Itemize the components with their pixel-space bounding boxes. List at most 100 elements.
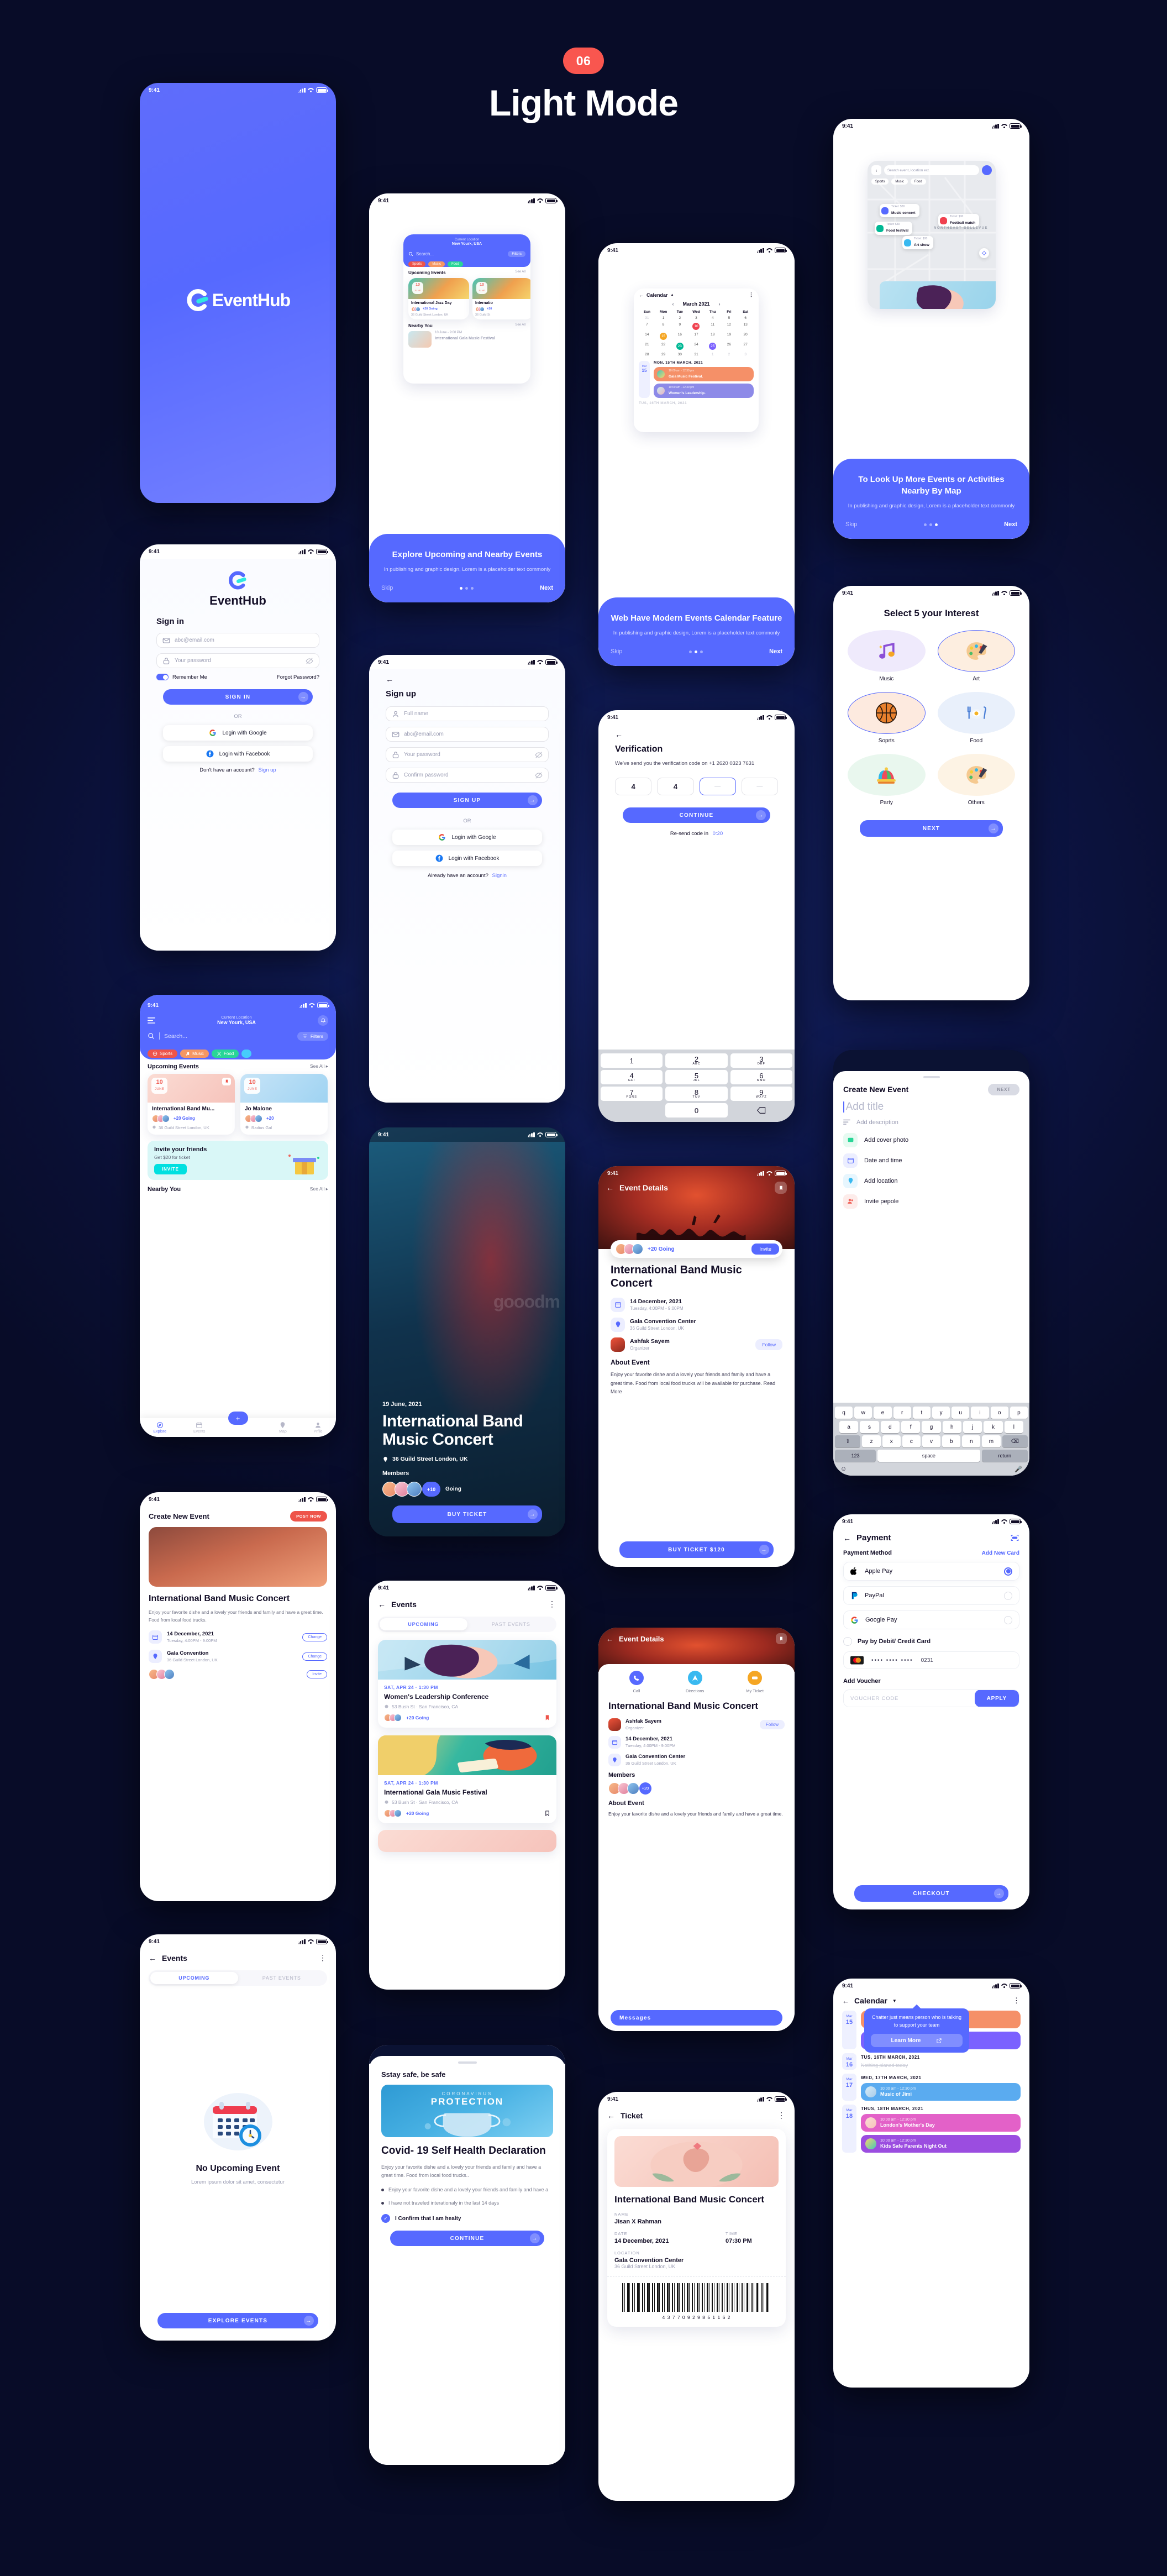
confirm-password-field[interactable]: Confirm password (386, 768, 549, 783)
explore-events-button[interactable]: EXPLORE EVENTS → (157, 2313, 318, 2328)
interest-food[interactable]: Food (937, 692, 1015, 744)
add-location-row[interactable]: Add location (843, 1173, 1019, 1188)
key-j[interactable]: j (963, 1421, 982, 1433)
key-5[interactable]: 5 JKL (665, 1070, 728, 1084)
shift-icon[interactable]: ⇧ (835, 1435, 861, 1447)
event-invite-row[interactable]: Invite (149, 1669, 327, 1680)
more-options-icon[interactable]: ⋮ (1013, 1996, 1021, 2005)
create-event-title[interactable]: International Band Music Concert (149, 1593, 327, 1604)
signin-submit-button[interactable]: SIGN IN → (163, 689, 313, 705)
key-s[interactable]: s (860, 1421, 879, 1433)
more-options-icon[interactable]: ⋮ (777, 2111, 786, 2120)
change-date-button[interactable]: Change (302, 1633, 327, 1641)
event-list-item[interactable] (378, 1830, 556, 1852)
learn-more-button[interactable]: Learn More (871, 2034, 963, 2047)
tab-upcoming[interactable]: UPCOMING (380, 1618, 467, 1630)
action-call[interactable]: Call (629, 1671, 644, 1694)
bookmark-button[interactable] (775, 1182, 787, 1194)
nav-events[interactable]: Events (193, 1421, 205, 1434)
key-3[interactable]: 3 DEF (730, 1053, 792, 1068)
search-input[interactable]: Search... (164, 1033, 293, 1040)
otp-digit-1[interactable]: 4 (615, 778, 652, 796)
facebook-login-button[interactable]: Login with Facebook (163, 746, 313, 762)
calendar-event[interactable]: 10:00 am - 12:30 pm London's Mother's Day (861, 2114, 1021, 2132)
fullname-field[interactable]: Full name (386, 706, 549, 721)
key-r[interactable]: r (893, 1407, 911, 1419)
key-c[interactable]: c (902, 1435, 921, 1447)
event-card[interactable]: 10 JUNE International Band Mu... +20 Goin… (148, 1073, 235, 1135)
invite-friends-banner[interactable]: Invite your friends Get $20 for ticket I… (148, 1140, 328, 1180)
chip-more[interactable] (241, 1049, 252, 1058)
event-list-item[interactable]: SAT, APR 24 · 1:30 PM International Gala… (378, 1735, 556, 1823)
key-n[interactable]: n (962, 1435, 981, 1447)
facebook-login-button[interactable]: Login with Facebook (392, 851, 542, 866)
onboarding-next-1[interactable]: Next (540, 585, 553, 591)
google-login-button[interactable]: Login with Google (392, 830, 542, 845)
key-y[interactable]: y (932, 1407, 950, 1419)
key-w[interactable]: w (854, 1407, 872, 1419)
invite-people-row[interactable]: Invite pepole (843, 1194, 1019, 1209)
bookmark-button[interactable] (776, 1633, 787, 1644)
otp-digit-3[interactable]: — (699, 778, 736, 796)
backspace-icon[interactable]: ⌫ (1002, 1435, 1028, 1447)
filters-button[interactable]: Filters (297, 1031, 328, 1041)
checkout-button[interactable]: CHECKOUT → (854, 1885, 1008, 1902)
email-field[interactable]: abc@email.com (156, 633, 319, 648)
follow-button[interactable]: Follow (759, 1719, 785, 1729)
tab-past-events[interactable]: PAST EVENTS (467, 1618, 555, 1630)
key-1[interactable]: 1 (601, 1053, 663, 1068)
chip-music[interactable]: Music (180, 1049, 209, 1058)
microphone-icon[interactable]: 🎤 (1014, 1466, 1022, 1473)
back-arrow-icon[interactable]: ← (606, 1635, 613, 1643)
event-card[interactable]: 10 JUNE Jo Malone +20 Radius Gal (240, 1073, 328, 1135)
otp-digit-4[interactable]: — (741, 778, 778, 796)
sheet-handle[interactable] (923, 1076, 940, 1078)
nav-map[interactable]: Map (279, 1421, 287, 1434)
verification-continue-button[interactable]: CONTINUE → (623, 807, 770, 823)
add-cover-photo-row[interactable]: Add cover photo (843, 1132, 1019, 1147)
payment-apple-pay[interactable]: Apple Pay (843, 1562, 1019, 1581)
back-arrow-icon[interactable]: ← (842, 1997, 849, 2005)
otp-digit-2[interactable]: 4 (657, 778, 694, 796)
action-directions[interactable]: Directions (686, 1671, 704, 1694)
key-z[interactable]: z (862, 1435, 881, 1447)
emoji-icon[interactable]: ☺ (840, 1466, 847, 1473)
password-field[interactable]: Your password (386, 747, 549, 762)
interest-sports[interactable]: Soprts (848, 692, 926, 744)
description-row[interactable]: Add description (843, 1119, 1019, 1126)
key-6[interactable]: 6 MNO (730, 1070, 792, 1084)
bookmark-button[interactable] (222, 1077, 231, 1085)
key-k[interactable]: k (984, 1421, 1003, 1433)
key-l[interactable]: l (1004, 1421, 1023, 1433)
post-now-button[interactable]: POST NOW (290, 1511, 327, 1522)
key-return[interactable]: return (981, 1450, 1028, 1462)
chip-food[interactable]: Food (212, 1049, 239, 1058)
action-my-ticket[interactable]: My Ticket (746, 1671, 764, 1694)
key-9[interactable]: 9 WXYZ (730, 1087, 792, 1101)
apple-pay-radio[interactable] (1004, 1567, 1012, 1576)
google-login-button[interactable]: Login with Google (163, 725, 313, 741)
onboarding-skip-3[interactable]: Skip (845, 521, 857, 528)
key-h[interactable]: h (942, 1421, 961, 1433)
interest-music[interactable]: Music (848, 630, 926, 682)
change-location-button[interactable]: Change (302, 1652, 327, 1661)
key-4[interactable]: 4 GHI (601, 1070, 663, 1084)
invite-people-button[interactable]: Invite (307, 1670, 327, 1679)
next-button[interactable]: NEXT (988, 1083, 1019, 1095)
key-i[interactable]: i (971, 1407, 989, 1419)
key-f[interactable]: f (901, 1421, 921, 1433)
key-g[interactable]: g (922, 1421, 941, 1433)
see-all-nearby[interactable]: See All ▸ (310, 1186, 328, 1192)
calendar-event[interactable]: 10:00 am - 12:30 pm Kids Safe Parents Nig… (861, 2135, 1021, 2153)
key-q[interactable]: q (834, 1407, 853, 1419)
key-2[interactable]: 2 ABC (665, 1053, 728, 1068)
nav-profile[interactable]: Prfile (314, 1421, 323, 1434)
key-u[interactable]: u (952, 1407, 970, 1419)
covid-continue-button[interactable]: CONTINUE → (390, 2231, 544, 2247)
eye-off-icon[interactable] (306, 657, 313, 665)
interest-others[interactable]: Others (937, 754, 1015, 806)
back-arrow-icon[interactable]: ← (378, 1600, 386, 1609)
sheet-handle[interactable] (458, 2061, 477, 2064)
key-m[interactable]: m (982, 1435, 1001, 1447)
add-new-card-link[interactable]: Add New Card (982, 1550, 1019, 1556)
